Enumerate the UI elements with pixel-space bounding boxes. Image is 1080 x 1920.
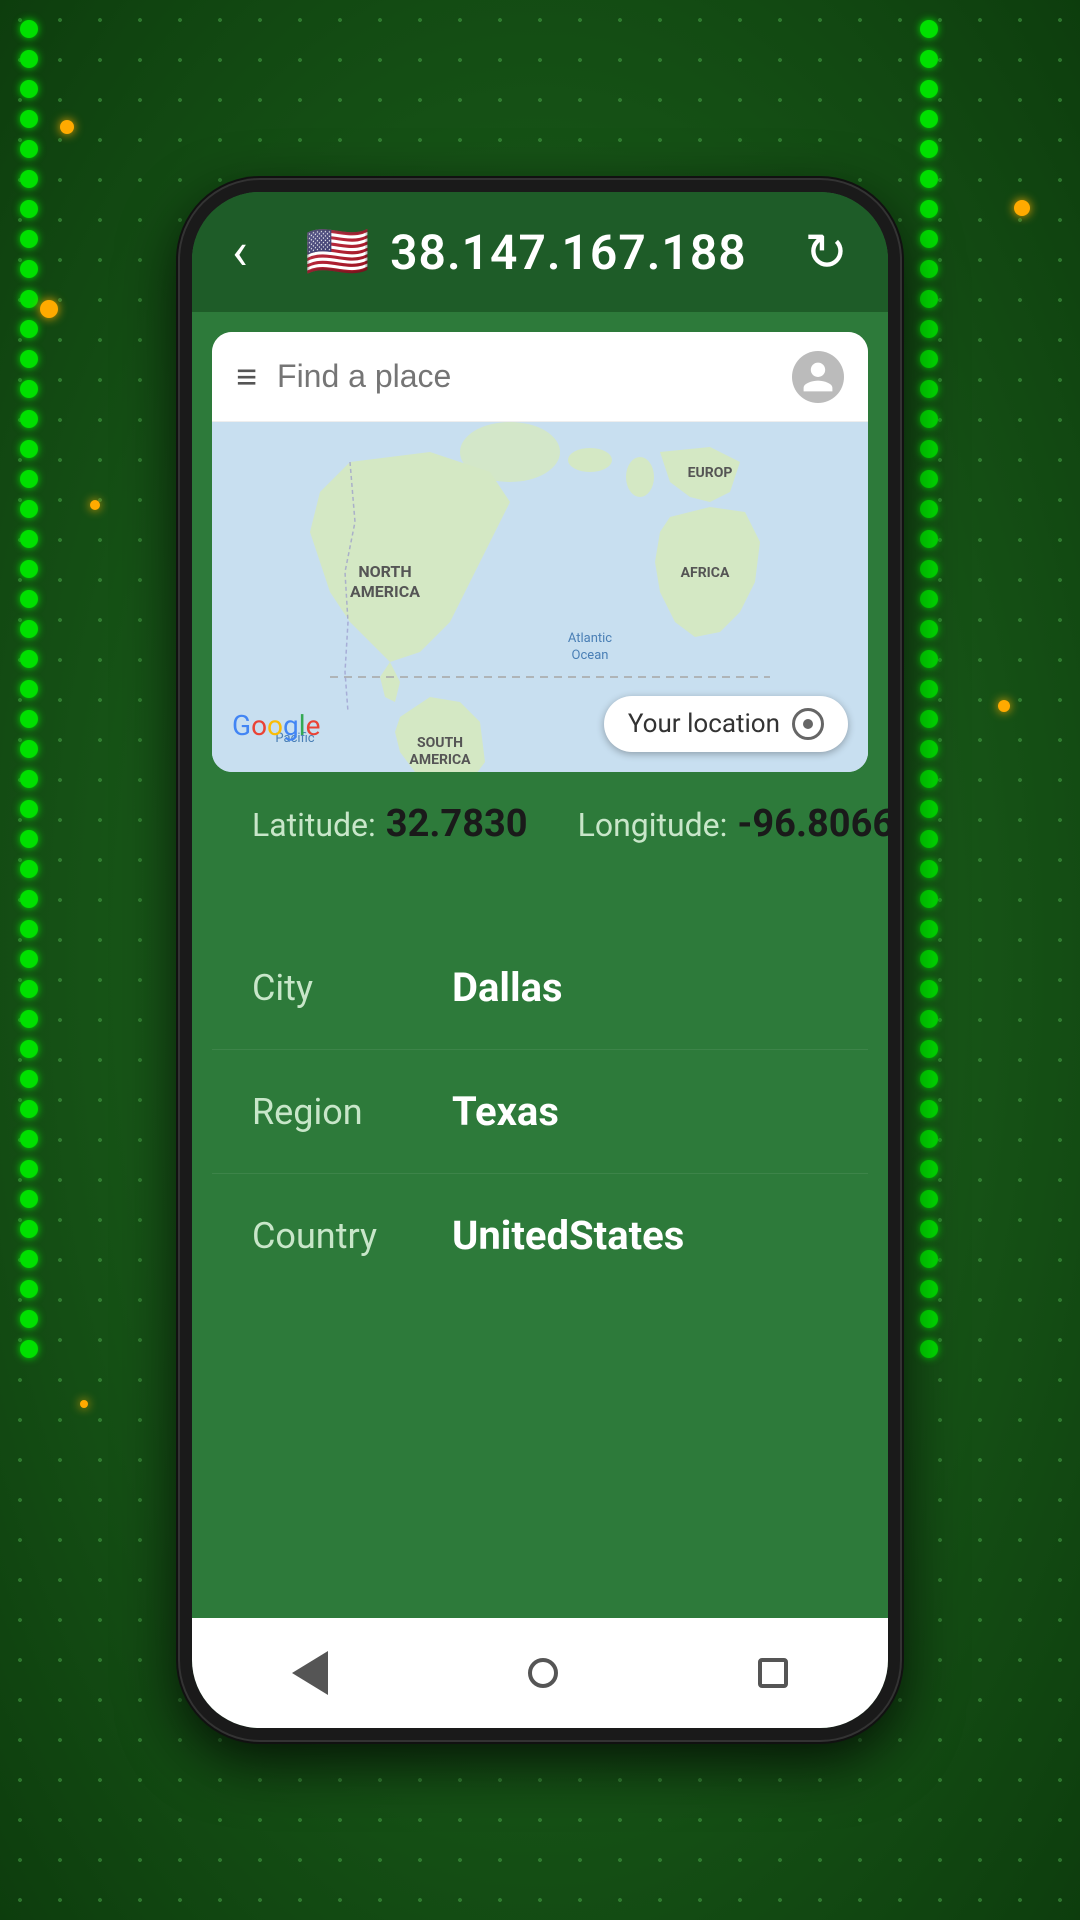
region-label: Region (252, 1091, 452, 1133)
coordinates-panel: Latitude: 32.7830 Longitude: -96.8066 (212, 772, 868, 926)
map-container: ≡ (212, 332, 868, 772)
home-circle-icon (528, 1658, 558, 1688)
country-flag: 🇺🇸 (305, 226, 370, 278)
svg-text:Ocean: Ocean (572, 648, 609, 663)
back-triangle-icon (292, 1651, 328, 1695)
longitude-value: -96.8066 (737, 802, 888, 846)
refresh-button[interactable]: ↻ (804, 222, 848, 283)
svg-text:AMERICA: AMERICA (350, 582, 420, 601)
city-value: Dallas (452, 964, 563, 1011)
accent-dot (90, 500, 100, 510)
back-button[interactable]: ‹ (232, 226, 248, 278)
accent-dot (60, 120, 74, 134)
phone-frame: ‹ 🇺🇸 38.147.167.188 ↻ ≡ (180, 180, 900, 1740)
app-header: ‹ 🇺🇸 38.147.167.188 ↻ (192, 192, 888, 312)
location-details: City Dallas Region Texas Country UnitedS… (212, 926, 868, 1618)
accent-dot (40, 300, 58, 318)
phone-screen: ‹ 🇺🇸 38.147.167.188 ↻ ≡ (192, 192, 888, 1728)
bottom-navigation (192, 1618, 888, 1728)
header-center: 🇺🇸 38.147.167.188 (305, 224, 746, 281)
your-location-button[interactable]: Your location (604, 696, 848, 752)
recent-square-icon (758, 1658, 788, 1688)
nav-back-button[interactable] (292, 1651, 328, 1695)
latitude-item: Latitude: 32.7830 (252, 802, 528, 846)
svg-text:NORTH: NORTH (358, 562, 411, 581)
accent-dot (998, 700, 1010, 712)
coords-row: Latitude: 32.7830 Longitude: -96.8066 (252, 802, 828, 866)
country-value: UnitedStates (452, 1212, 684, 1259)
user-avatar-button[interactable] (792, 351, 844, 403)
longitude-item: Longitude: -96.8066 (578, 802, 888, 846)
city-row: City Dallas (212, 926, 868, 1050)
svg-text:EUROP: EUROP (688, 465, 733, 481)
google-watermark: Google (232, 709, 320, 742)
latitude-value: 32.7830 (386, 802, 528, 846)
city-label: City (252, 967, 452, 1009)
svg-text:SOUTH: SOUTH (417, 735, 463, 751)
location-target-icon (792, 708, 824, 740)
region-row: Region Texas (212, 1050, 868, 1174)
svg-text:AFRICA: AFRICA (681, 565, 730, 581)
your-location-label: Your location (628, 709, 780, 739)
accent-dot (1014, 200, 1030, 216)
accent-dot (80, 1400, 88, 1408)
svg-text:AMERICA: AMERICA (409, 752, 471, 768)
search-input[interactable] (277, 358, 772, 395)
latitude-label: Latitude: (252, 806, 376, 844)
country-label: Country (252, 1215, 452, 1257)
background-dots-left (0, 0, 180, 1920)
region-value: Texas (452, 1088, 559, 1135)
hamburger-icon[interactable]: ≡ (236, 356, 257, 398)
background-dots-right (900, 0, 1080, 1920)
nav-home-button[interactable] (528, 1658, 558, 1688)
country-row: Country UnitedStates (212, 1174, 868, 1297)
longitude-label: Longitude: (578, 806, 728, 844)
svg-text:Atlantic: Atlantic (568, 631, 612, 646)
ip-address: 38.147.167.188 (390, 224, 747, 281)
map-search-bar: ≡ (212, 332, 868, 422)
nav-recent-button[interactable] (758, 1658, 788, 1688)
map-display: NORTH AMERICA SOUTH AMERICA EUROP AFRICA… (212, 422, 868, 772)
